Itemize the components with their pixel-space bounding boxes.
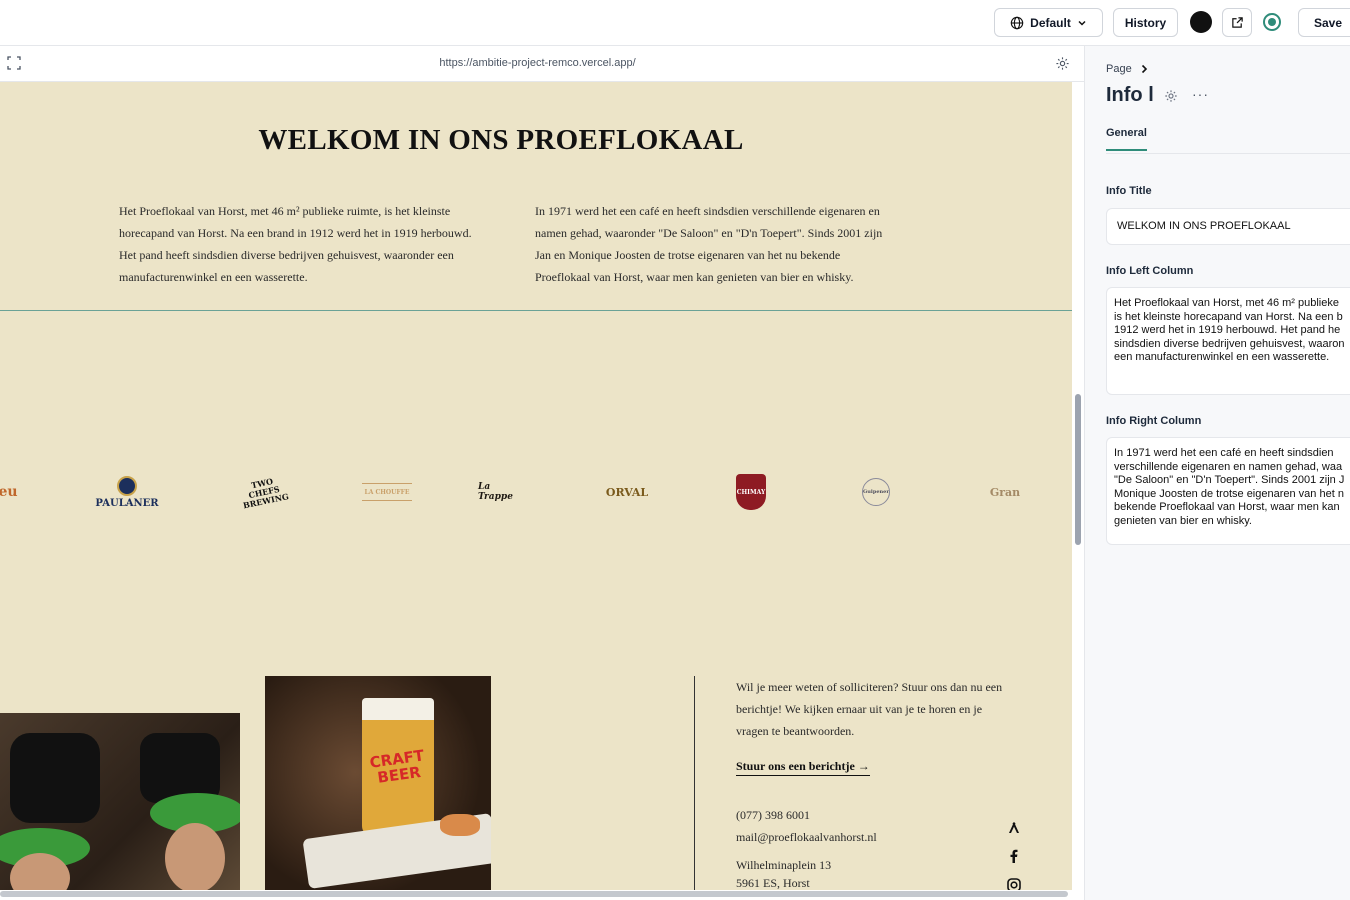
avatar[interactable]	[1190, 11, 1212, 33]
gear-icon[interactable]	[1055, 56, 1070, 71]
info-right-column: In 1971 werd het een café en heeft sinds…	[535, 204, 883, 284]
photo-craft-beer: CRAFT BEER	[265, 676, 491, 890]
info-left-textarea[interactable]: Het Proeflokaal van Horst, met 46 m² pub…	[1106, 287, 1350, 395]
hat-shape	[10, 733, 100, 823]
brand-logo: La Trappe	[478, 482, 513, 502]
face	[165, 823, 225, 890]
instagram-icon[interactable]	[1006, 877, 1022, 890]
page-title: WELKOM IN ONS PROEFLOKAAL	[258, 124, 744, 156]
facebook-icon[interactable]	[1006, 848, 1022, 864]
brand-logo: Gran	[989, 485, 1021, 499]
section-divider	[0, 310, 1072, 311]
brand-logo: LA CHOUFFE	[362, 483, 412, 501]
preview-bar: https://ambitie-project-remco.vercel.app…	[0, 46, 1084, 82]
paulaner-emblem	[117, 475, 137, 496]
open-external-button[interactable]	[1222, 8, 1252, 37]
contact-intro: Wil je meer weten of solliciteren? Stuur…	[736, 680, 1003, 738]
info-left-label: Info Left Column	[1106, 265, 1194, 277]
brand-logo: CHIMAY	[736, 474, 766, 510]
brand-logo: TWO CHEFS BREWING	[242, 475, 290, 511]
external-link-icon	[1231, 17, 1243, 28]
globe-icon	[1010, 16, 1024, 29]
horizontal-scrollbar[interactable]	[0, 891, 1068, 897]
locale-selector[interactable]: Default	[994, 8, 1103, 37]
contact-city: 5961 ES, Horst	[736, 876, 810, 890]
food	[440, 814, 480, 836]
photo-guinness-hats	[0, 713, 240, 890]
info-title-label: Info Title	[1106, 185, 1152, 197]
brand-logo: eu	[0, 484, 18, 500]
brand-logo: ORVAL	[605, 485, 649, 499]
contact-street: Wilhelminaplein 13	[736, 858, 832, 872]
status-icon[interactable]	[1263, 13, 1281, 31]
info-right-textarea[interactable]: In 1971 werd het een café en heeft sinds…	[1106, 437, 1350, 545]
craft-beer-label: CRAFT BEER	[368, 746, 426, 787]
beer-glass: CRAFT BEER	[362, 698, 434, 836]
top-toolbar: Default History Save	[0, 0, 1350, 46]
brand-logo: PAULANER	[95, 472, 159, 512]
vertical-scrollbar[interactable]	[1075, 394, 1081, 545]
untappd-icon[interactable]	[1006, 819, 1022, 835]
info-left-column: Het Proeflokaal van Horst, met 46 m² pub…	[119, 204, 472, 284]
page-preview: WELKOM IN ONS PROEFLOKAAL Het Proeflokaa…	[0, 82, 1072, 890]
chevron-right-icon	[1141, 64, 1147, 74]
history-button[interactable]: History	[1113, 8, 1178, 37]
tab-general[interactable]: General	[1106, 127, 1147, 151]
contact-email[interactable]: mail@proeflokaalvanhorst.nl	[736, 830, 877, 845]
locale-label: Default	[1030, 15, 1071, 30]
info-title-input[interactable]: WELKOM IN ONS PROEFLOKAAL	[1106, 208, 1350, 245]
preview-url: https://ambitie-project-remco.vercel.app…	[439, 57, 636, 69]
breadcrumb-page[interactable]: Page	[1106, 63, 1132, 75]
tab-divider	[1106, 153, 1350, 154]
chevron-down-icon	[1078, 20, 1086, 26]
save-button[interactable]: Save	[1298, 8, 1350, 37]
info-right-label: Info Right Column	[1106, 415, 1202, 427]
breadcrumb[interactable]: Page	[1106, 63, 1149, 75]
contact-phone[interactable]: (077) 398 6001	[736, 808, 810, 823]
brand-logo: Gulpener	[862, 478, 890, 506]
contact-link[interactable]: Stuur ons een berichtje →	[736, 759, 870, 776]
more-icon[interactable]: ···	[1192, 86, 1209, 102]
gear-icon[interactable]	[1164, 89, 1178, 103]
settings-panel: Page Info l ··· General Info Title WELKO…	[1084, 46, 1350, 900]
contact-divider	[694, 676, 695, 890]
panel-title: Info l	[1106, 84, 1154, 106]
